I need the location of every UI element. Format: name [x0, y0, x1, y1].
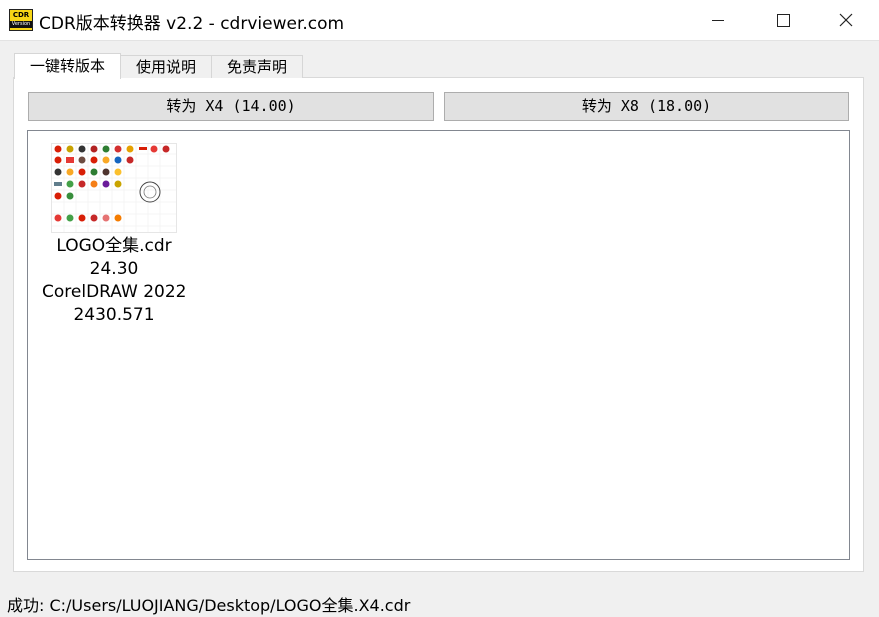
file-name: LOGO全集.cdr	[56, 236, 172, 256]
title-bar: CDR Version CDR版本转换器 v2.2 - cdrviewer.co…	[0, 0, 879, 41]
logo-collection-thumbnail	[52, 144, 176, 232]
tab-disclaimer[interactable]: 免责声明	[212, 55, 304, 78]
tab-strip: 一键转版本 使用说明 免责声明	[14, 53, 304, 79]
close-button[interactable]	[823, 0, 869, 40]
convert-x4-button[interactable]: 转为 X4 (14.00)	[28, 92, 434, 121]
file-item[interactable]: LOGO全集.cdr 24.30 CorelDRAW 2022 2430.571	[42, 143, 186, 327]
app-icon-text: CDR	[12, 11, 30, 19]
minimize-button[interactable]	[695, 0, 741, 40]
file-thumbnail	[51, 143, 177, 233]
app-icon: CDR Version	[9, 9, 33, 31]
minimize-icon	[712, 19, 724, 21]
maximize-button[interactable]	[760, 0, 806, 40]
window-title: CDR版本转换器 v2.2 - cdrviewer.com	[39, 14, 345, 34]
file-build: 2430.571	[73, 305, 155, 325]
convert-x8-button[interactable]: 转为 X8 (18.00)	[444, 92, 849, 121]
file-list[interactable]: LOGO全集.cdr 24.30 CorelDRAW 2022 2430.571	[27, 130, 850, 560]
file-app: CorelDRAW 2022	[42, 282, 187, 302]
maximize-icon	[776, 13, 790, 27]
tab-instructions[interactable]: 使用说明	[121, 55, 213, 78]
close-icon	[839, 13, 853, 27]
tab-convert[interactable]: 一键转版本	[14, 53, 122, 79]
app-icon-subtext: Version	[10, 21, 32, 28]
file-version: 24.30	[89, 259, 139, 279]
status-bar: 成功: C:/Users/LUOJIANG/Desktop/LOGO全集.X4.…	[7, 596, 411, 615]
